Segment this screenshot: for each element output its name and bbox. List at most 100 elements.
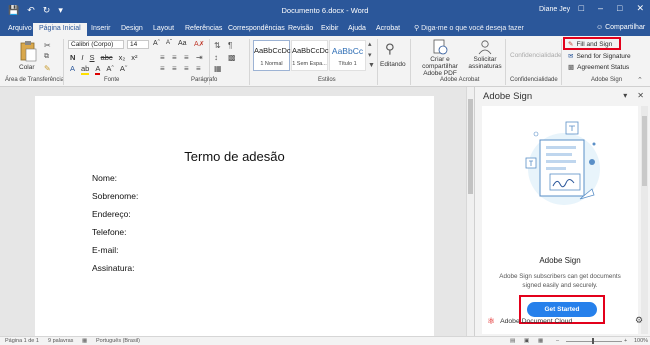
font-size-box[interactable]: 14: [127, 40, 149, 49]
tab-revisao[interactable]: Revisão: [288, 24, 313, 34]
editing-button[interactable]: Editando: [380, 61, 406, 68]
styles-scroll-down-icon[interactable]: ▾: [368, 51, 372, 59]
maximize-icon[interactable]: □: [617, 3, 622, 14]
paste-icon[interactable]: [18, 40, 38, 62]
web-layout-icon[interactable]: ▦: [538, 338, 543, 344]
borders-icon[interactable]: ▦: [214, 64, 222, 73]
align-center-icon[interactable]: ≡: [172, 64, 177, 73]
superscript-icon[interactable]: x²: [131, 53, 137, 62]
print-layout-icon[interactable]: ▣: [524, 338, 529, 344]
pane-title: Adobe Sign: [483, 91, 533, 102]
strikethrough-icon[interactable]: abc: [101, 53, 113, 62]
card-title: Adobe Sign: [539, 256, 581, 265]
multilevel-list-icon[interactable]: ≡: [184, 53, 189, 62]
shrink-font-icon-2[interactable]: Aˇ: [120, 64, 128, 75]
tell-me-search[interactable]: ⚲ Diga-me o que você deseja fazer: [414, 24, 524, 32]
shrink-font-icon[interactable]: Aˇ: [166, 40, 172, 46]
status-icon: ▩: [568, 64, 575, 71]
separator: [249, 39, 250, 85]
tab-pagina-inicial[interactable]: Página Inicial: [33, 23, 87, 36]
collapse-ribbon-icon[interactable]: ⌃: [637, 76, 643, 84]
tab-acrobat[interactable]: Acrobat: [376, 24, 400, 34]
font-name-box[interactable]: Calibri (Corpo): [68, 40, 124, 49]
document-page[interactable]: Termo de adesão Nome: Sobrenome: Endereç…: [35, 96, 434, 336]
page-count[interactable]: Página 1 de 1: [5, 338, 39, 344]
style-normal[interactable]: AaBbCcDc 1 Normal: [253, 40, 291, 71]
zoom-slider[interactable]: [566, 341, 622, 342]
field-assinatura: Assinatura:: [92, 263, 135, 273]
font-color-icon[interactable]: A: [95, 64, 101, 75]
highlight-icon[interactable]: ab: [81, 64, 90, 75]
clear-format-icon[interactable]: A✗: [194, 40, 205, 48]
subscript-icon[interactable]: x₂: [119, 53, 126, 62]
format-painter-icon[interactable]: ✎: [44, 64, 51, 73]
minimize-icon[interactable]: –: [598, 3, 603, 14]
pane-close-icon[interactable]: ✕: [637, 91, 644, 100]
zoom-in-icon[interactable]: +: [624, 338, 627, 344]
bold-icon[interactable]: N: [70, 53, 75, 62]
language-status[interactable]: Português (Brasil): [96, 338, 140, 344]
pane-controls: ▾ ✕: [623, 91, 644, 100]
copy-icon[interactable]: ⧉: [44, 53, 49, 61]
scrollbar-thumb[interactable]: [468, 99, 473, 194]
cut-icon[interactable]: ✂: [44, 41, 51, 50]
underline-icon[interactable]: S: [90, 53, 95, 62]
styles-more-icon[interactable]: ▼: [368, 62, 375, 69]
bullets-icon[interactable]: ≡: [160, 53, 165, 62]
zoom-out-icon[interactable]: –: [556, 338, 559, 344]
agreement-status-button[interactable]: ▩ Agreement Status: [568, 63, 629, 72]
zoom-slider-thumb[interactable]: [592, 338, 594, 344]
shading-icon[interactable]: ▩: [228, 53, 236, 62]
confidentiality-button[interactable]: Confidencialidade: [510, 52, 562, 59]
align-left-icon[interactable]: ≡: [160, 64, 165, 73]
proofing-icon[interactable]: ▦: [82, 338, 87, 344]
send-for-signature-button[interactable]: ✉ Send for Signature: [568, 52, 631, 61]
italic-icon[interactable]: I: [81, 53, 83, 62]
style-heading-1[interactable]: AaBbCc Título 1: [329, 40, 366, 71]
indent-icon[interactable]: ⇥: [196, 53, 203, 62]
document-area: Termo de adesão Nome: Sobrenome: Endereç…: [0, 87, 474, 336]
pane-scrollbar[interactable]: [641, 106, 648, 334]
zoom-level[interactable]: 100%: [634, 338, 648, 344]
tab-layout[interactable]: Layout: [153, 24, 174, 34]
request-signatures-button[interactable]: Solicitar assinaturas: [468, 56, 502, 70]
adobe-sign-pane: Adobe Sign ▾ ✕ Adobe Sign Adobe Sign sub…: [474, 87, 650, 336]
tab-referencias[interactable]: Referências: [185, 24, 222, 34]
tab-correspondencias[interactable]: Correspondências: [228, 24, 285, 34]
justify-icon[interactable]: ≡: [196, 64, 201, 73]
paste-label[interactable]: Colar: [19, 64, 35, 71]
align-right-icon[interactable]: ≡: [184, 64, 189, 73]
grow-font-icon[interactable]: Aˆ: [153, 40, 160, 47]
find-icon[interactable]: ⚲: [385, 41, 395, 57]
grow-font-icon-2[interactable]: Aˆ: [106, 64, 114, 75]
close-icon[interactable]: ✕: [636, 3, 644, 14]
create-pdf-icon[interactable]: [432, 39, 448, 55]
share-button[interactable]: ☺ Compartilhar: [596, 24, 645, 31]
pane-scrollbar-thumb[interactable]: [642, 116, 647, 186]
ribbon-display-icon[interactable]: □: [579, 3, 584, 14]
style-no-spacing[interactable]: AaBbCcDc 1 Sem Espa...: [291, 40, 329, 71]
word-count[interactable]: 9 palavras: [48, 338, 73, 344]
tab-exibir[interactable]: Exibir: [321, 24, 339, 34]
request-signatures-icon[interactable]: [477, 39, 493, 55]
change-case-icon[interactable]: Aa: [178, 40, 187, 47]
user-name[interactable]: Diane Jey: [539, 6, 570, 13]
numbering-icon[interactable]: ≡: [172, 53, 177, 62]
group-paragraph: Parágrafo: [191, 77, 218, 83]
tab-ajuda[interactable]: Ajuda: [348, 24, 366, 34]
line-spacing-icon[interactable]: ↕: [214, 53, 218, 62]
text-effects-icon[interactable]: A: [70, 64, 75, 75]
tab-design[interactable]: Design: [121, 24, 143, 34]
read-mode-icon[interactable]: ▤: [510, 338, 515, 344]
style-sample: AaBbCcDc: [254, 46, 291, 55]
document-scrollbar[interactable]: [466, 87, 474, 336]
pane-options-icon[interactable]: ▾: [623, 91, 627, 100]
gear-icon[interactable]: ⚙: [635, 315, 643, 326]
tab-arquivo[interactable]: Arquivo: [8, 24, 32, 34]
create-share-pdf-button[interactable]: Criar e compartilhar Adobe PDF: [414, 56, 466, 77]
sort-icon[interactable]: ⇅: [214, 41, 221, 50]
styles-scroll-up-icon[interactable]: ▴: [368, 40, 372, 48]
ribbon: Colar ✂ ⧉ ✎ Área de Transferência Calibr…: [0, 36, 650, 87]
tab-inserir[interactable]: Inserir: [91, 24, 110, 34]
show-marks-icon[interactable]: ¶: [228, 41, 232, 50]
